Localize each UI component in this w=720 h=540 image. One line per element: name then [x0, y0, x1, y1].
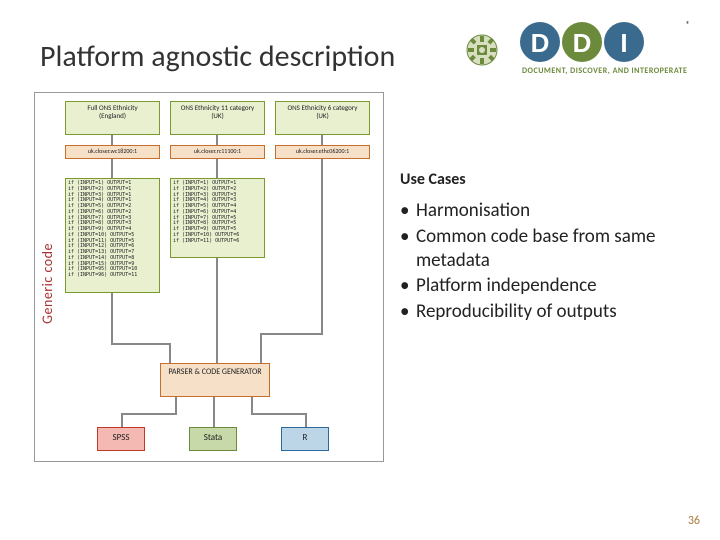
- uri-box-1: uk.closer.rc11100:1: [170, 145, 265, 159]
- ddi-logo: D D I ® DOCUMENT, DISCOVER, AND INTEROPE…: [460, 20, 690, 80]
- arrow: [216, 159, 218, 178]
- arrow: [260, 333, 323, 335]
- header-sub-2: (UK): [278, 112, 367, 120]
- registered-mark: ®: [686, 20, 690, 30]
- arrow: [251, 413, 307, 415]
- logo-tagline: DOCUMENT, DISCOVER, AND INTEROPERATE: [522, 66, 687, 76]
- use-cases-heading: Use Cases: [400, 170, 700, 189]
- code-box-1: if (INPUT=1) OUTPUT=1 if (INPUT=2) OUTPU…: [170, 178, 265, 258]
- output-stata: Stata: [189, 427, 237, 451]
- use-case-item: Harmonisation: [400, 199, 700, 223]
- uri-box-0: uk.closer.wc18200:1: [65, 145, 160, 159]
- use-case-item: Platform independence: [400, 274, 700, 298]
- parser-box: PARSER & CODE GENERATOR: [160, 363, 270, 397]
- use-case-item: Common code base from same metadata: [400, 225, 700, 273]
- output-spss: SPSS: [97, 427, 145, 451]
- header-sub-1: (UK): [173, 112, 262, 120]
- svg-text:D: D: [531, 28, 550, 58]
- arrow: [260, 333, 262, 363]
- slide-title: Platform agnostic description: [40, 38, 395, 75]
- use-case-item: Reproducibility of outputs: [400, 300, 700, 324]
- generic-code-label: Generic code: [39, 243, 56, 324]
- header-box-2: ONS Ethnicity 6 category (UK): [275, 101, 370, 135]
- slide: Platform agnostic description: [0, 0, 720, 540]
- header-sub-0: (England): [68, 112, 157, 120]
- arrow: [121, 413, 177, 415]
- arrow: [169, 343, 171, 363]
- uri-box-2: uk.closer.ethc06200:1: [275, 145, 370, 159]
- arrow: [305, 413, 307, 427]
- use-cases-panel: Use Cases Harmonisation Common code base…: [400, 170, 700, 326]
- arrow: [111, 159, 113, 178]
- svg-text:I: I: [620, 28, 627, 58]
- svg-text:D: D: [573, 28, 592, 58]
- header-box-1: ONS Ethnicity 11 category (UK): [170, 101, 265, 135]
- header-box-0: Full ONS Ethnicity (England): [65, 101, 160, 135]
- arrow: [111, 293, 113, 343]
- arrow: [321, 178, 323, 333]
- arrow: [216, 343, 218, 363]
- workflow-diagram: Generic code Full ONS Ethnicity (England…: [34, 92, 384, 462]
- arrow: [111, 135, 113, 145]
- arrow: [111, 343, 171, 345]
- output-r: R: [281, 427, 329, 451]
- arrow: [213, 413, 215, 427]
- arrow: [216, 258, 218, 343]
- code-box-0: if (INPUT=1) OUTPUT=1 if (INPUT=2) OUTPU…: [65, 178, 160, 293]
- arrow: [321, 135, 323, 145]
- page-number: 36: [688, 514, 700, 528]
- arrow: [121, 413, 123, 427]
- use-cases-list: Harmonisation Common code base from same…: [400, 199, 700, 324]
- arrow: [216, 135, 218, 145]
- arrow: [321, 159, 323, 178]
